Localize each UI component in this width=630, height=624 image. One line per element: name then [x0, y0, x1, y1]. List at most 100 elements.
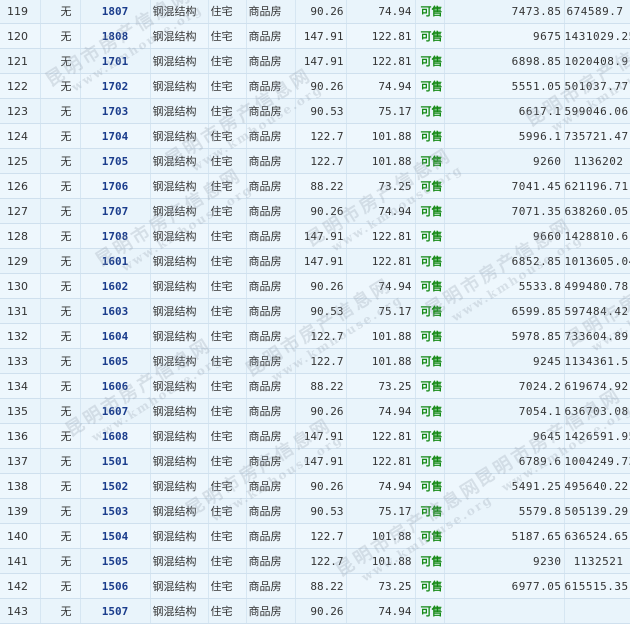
room-number-link[interactable]: 1701: [80, 48, 151, 74]
structure-cell: 钢混结构: [150, 348, 209, 374]
room-number-link[interactable]: 1704: [80, 123, 151, 149]
table-row: 128 无 1708 钢混结构 住宅 商品房 147.91 122.81 可售 9660 14288…: [0, 223, 630, 249]
property-type-cell: 商品房: [246, 398, 296, 424]
relation-cell: 无: [40, 73, 81, 99]
property-type-cell: 商品房: [246, 348, 296, 374]
structure-cell: 钢混结构: [150, 498, 209, 524]
usage-cell: 住宅: [208, 373, 247, 399]
room-number-link[interactable]: 1708: [80, 223, 151, 249]
table-row: 124 无 1704 钢混结构 住宅 商品房 122.7 101.88 可售 5996.1 7357…: [0, 123, 630, 149]
total-price-cell: 1134361.5: [564, 348, 630, 374]
structure-cell: 钢混结构: [150, 123, 209, 149]
room-number-link[interactable]: 1707: [80, 198, 151, 224]
sale-status: 可售: [415, 348, 445, 374]
table-row: 137 无 1501 钢混结构 住宅 商品房 147.91 122.81 可售 6789.6 100…: [0, 448, 630, 474]
room-number-link[interactable]: 1601: [80, 248, 151, 274]
property-type-cell: 商品房: [246, 373, 296, 399]
inner-area-cell: 74.94: [346, 598, 416, 624]
usage-cell: 住宅: [208, 273, 247, 299]
inner-area-cell: 75.17: [346, 98, 416, 124]
table-row: 130 无 1602 钢混结构 住宅 商品房 90.26 74.94 可售 5533.8 49948…: [0, 273, 630, 299]
property-type-cell: 商品房: [246, 598, 296, 624]
room-number-link[interactable]: 1602: [80, 273, 151, 299]
room-number-link[interactable]: 1608: [80, 423, 151, 449]
inner-area-cell: 101.88: [346, 523, 416, 549]
total-price-cell: 621196.71: [564, 173, 630, 199]
unit-price-cell: 6852.85: [444, 248, 565, 274]
table-row: 132 无 1604 钢混结构 住宅 商品房 122.7 101.88 可售 5978.85 733…: [0, 323, 630, 349]
total-price-cell: 1020408.9: [564, 48, 630, 74]
room-number-link[interactable]: 1705: [80, 148, 151, 174]
room-number-link[interactable]: 1504: [80, 523, 151, 549]
unit-price-cell: 6617.1: [444, 98, 565, 124]
inner-area-cell: 73.25: [346, 173, 416, 199]
room-number-link[interactable]: 1501: [80, 448, 151, 474]
unit-price-cell: 5491.25: [444, 473, 565, 499]
structure-cell: 钢混结构: [150, 473, 209, 499]
structure-cell: 钢混结构: [150, 373, 209, 399]
structure-cell: 钢混结构: [150, 0, 209, 24]
room-number-link[interactable]: 1503: [80, 498, 151, 524]
unit-price-cell: 9660: [444, 223, 565, 249]
inner-area-cell: 101.88: [346, 123, 416, 149]
unit-price-cell: 6898.85: [444, 48, 565, 74]
row-index: 127: [0, 198, 41, 224]
total-price-cell: 1431029.25: [564, 23, 630, 49]
sale-status: 可售: [415, 298, 445, 324]
unit-price-cell: 5551.05: [444, 73, 565, 99]
total-price-cell: 1428810.6: [564, 223, 630, 249]
total-price-cell: 735721.47: [564, 123, 630, 149]
total-price-cell: 1132521: [564, 548, 630, 574]
total-price-cell: 1004249.73: [564, 448, 630, 474]
total-price-cell: 495640.22: [564, 473, 630, 499]
row-index: 135: [0, 398, 41, 424]
table-row: 125 无 1705 钢混结构 住宅 商品房 122.7 101.88 可售 9260 113620…: [0, 148, 630, 174]
sale-status: 可售: [415, 423, 445, 449]
total-price-cell: 674589.7: [564, 0, 630, 24]
sale-status: 可售: [415, 273, 445, 299]
room-number-link[interactable]: 1502: [80, 473, 151, 499]
table-row: 133 无 1605 钢混结构 住宅 商品房 122.7 101.88 可售 9245 113436…: [0, 348, 630, 374]
total-price-cell: 599046.06: [564, 98, 630, 124]
room-number-link[interactable]: 1506: [80, 573, 151, 599]
structure-cell: 钢混结构: [150, 198, 209, 224]
room-number-link[interactable]: 1808: [80, 23, 151, 49]
usage-cell: 住宅: [208, 198, 247, 224]
floor-area-cell: 90.26: [295, 273, 347, 299]
property-type-cell: 商品房: [246, 248, 296, 274]
inner-area-cell: 122.81: [346, 23, 416, 49]
structure-cell: 钢混结构: [150, 23, 209, 49]
row-index: 119: [0, 0, 41, 24]
room-number-link[interactable]: 1807: [80, 0, 151, 24]
inner-area-cell: 75.17: [346, 298, 416, 324]
structure-cell: 钢混结构: [150, 423, 209, 449]
row-index: 133: [0, 348, 41, 374]
inner-area-cell: 74.94: [346, 398, 416, 424]
housing-unit-table: 119 无 1807 钢混结构 住宅 商品房 90.26 74.94 可售 7473.85 6745…: [0, 0, 630, 624]
property-type-cell: 商品房: [246, 523, 296, 549]
room-number-link[interactable]: 1607: [80, 398, 151, 424]
floor-area-cell: 122.7: [295, 548, 347, 574]
usage-cell: 住宅: [208, 448, 247, 474]
sale-status: 可售: [415, 573, 445, 599]
structure-cell: 钢混结构: [150, 98, 209, 124]
row-index: 134: [0, 373, 41, 399]
room-number-link[interactable]: 1706: [80, 173, 151, 199]
relation-cell: 无: [40, 548, 81, 574]
relation-cell: 无: [40, 48, 81, 74]
room-number-link[interactable]: 1702: [80, 73, 151, 99]
room-number-link[interactable]: 1605: [80, 348, 151, 374]
floor-area-cell: 88.22: [295, 373, 347, 399]
room-number-link[interactable]: 1603: [80, 298, 151, 324]
relation-cell: 无: [40, 23, 81, 49]
room-number-link[interactable]: 1505: [80, 548, 151, 574]
table-row: 120 无 1808 钢混结构 住宅 商品房 147.91 122.81 可售 9675 14310…: [0, 23, 630, 49]
room-number-link[interactable]: 1507: [80, 598, 151, 624]
row-index: 120: [0, 23, 41, 49]
inner-area-cell: 122.81: [346, 448, 416, 474]
room-number-link[interactable]: 1606: [80, 373, 151, 399]
room-number-link[interactable]: 1703: [80, 98, 151, 124]
room-number-link[interactable]: 1604: [80, 323, 151, 349]
relation-cell: 无: [40, 498, 81, 524]
row-index: 140: [0, 523, 41, 549]
